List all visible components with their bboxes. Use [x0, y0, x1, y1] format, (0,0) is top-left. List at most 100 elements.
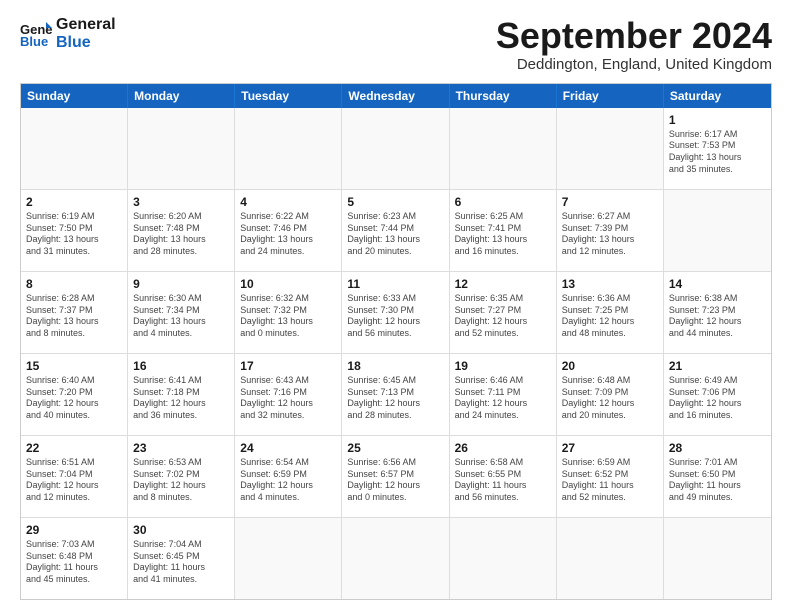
day-info: Sunrise: 7:01 AM Sunset: 6:50 PM Dayligh…: [669, 457, 766, 504]
day-info: Sunrise: 6:22 AM Sunset: 7:46 PM Dayligh…: [240, 211, 336, 258]
calendar-cell: [557, 108, 664, 189]
calendar-cell: 30Sunrise: 7:04 AM Sunset: 6:45 PM Dayli…: [128, 518, 235, 599]
day-number: 24: [240, 440, 336, 456]
calendar-cell: 29Sunrise: 7:03 AM Sunset: 6:48 PM Dayli…: [21, 518, 128, 599]
calendar-cell: 27Sunrise: 6:59 AM Sunset: 6:52 PM Dayli…: [557, 436, 664, 517]
calendar-week-5: 22Sunrise: 6:51 AM Sunset: 7:04 PM Dayli…: [21, 436, 771, 518]
day-info: Sunrise: 7:04 AM Sunset: 6:45 PM Dayligh…: [133, 539, 229, 586]
day-number: 17: [240, 358, 336, 374]
calendar-cell: 15Sunrise: 6:40 AM Sunset: 7:20 PM Dayli…: [21, 354, 128, 435]
calendar-header-thursday: Thursday: [450, 84, 557, 108]
calendar: SundayMondayTuesdayWednesdayThursdayFrid…: [20, 83, 772, 600]
calendar-cell: 3Sunrise: 6:20 AM Sunset: 7:48 PM Daylig…: [128, 190, 235, 271]
calendar-cell: 18Sunrise: 6:45 AM Sunset: 7:13 PM Dayli…: [342, 354, 449, 435]
day-number: 27: [562, 440, 658, 456]
calendar-cell: 28Sunrise: 7:01 AM Sunset: 6:50 PM Dayli…: [664, 436, 771, 517]
logo-general: General: [56, 16, 116, 34]
day-info: Sunrise: 6:35 AM Sunset: 7:27 PM Dayligh…: [455, 293, 551, 340]
day-info: Sunrise: 6:54 AM Sunset: 6:59 PM Dayligh…: [240, 457, 336, 504]
day-number: 4: [240, 194, 336, 210]
day-info: Sunrise: 6:51 AM Sunset: 7:04 PM Dayligh…: [26, 457, 122, 504]
calendar-cell: [342, 518, 449, 599]
day-info: Sunrise: 6:27 AM Sunset: 7:39 PM Dayligh…: [562, 211, 658, 258]
day-number: 29: [26, 522, 122, 538]
day-info: Sunrise: 6:30 AM Sunset: 7:34 PM Dayligh…: [133, 293, 229, 340]
day-number: 22: [26, 440, 122, 456]
day-number: 23: [133, 440, 229, 456]
day-info: Sunrise: 6:20 AM Sunset: 7:48 PM Dayligh…: [133, 211, 229, 258]
day-info: Sunrise: 7:03 AM Sunset: 6:48 PM Dayligh…: [26, 539, 122, 586]
calendar-cell: 9Sunrise: 6:30 AM Sunset: 7:34 PM Daylig…: [128, 272, 235, 353]
page-header: General Blue General Blue September 2024…: [20, 16, 772, 73]
calendar-cell: 22Sunrise: 6:51 AM Sunset: 7:04 PM Dayli…: [21, 436, 128, 517]
month-title: September 2024: [496, 16, 772, 56]
calendar-cell: [664, 190, 771, 271]
calendar-cell: 17Sunrise: 6:43 AM Sunset: 7:16 PM Dayli…: [235, 354, 342, 435]
calendar-header-monday: Monday: [128, 84, 235, 108]
day-number: 15: [26, 358, 122, 374]
day-info: Sunrise: 6:19 AM Sunset: 7:50 PM Dayligh…: [26, 211, 122, 258]
calendar-cell: 20Sunrise: 6:48 AM Sunset: 7:09 PM Dayli…: [557, 354, 664, 435]
day-info: Sunrise: 6:43 AM Sunset: 7:16 PM Dayligh…: [240, 375, 336, 422]
day-number: 18: [347, 358, 443, 374]
day-info: Sunrise: 6:45 AM Sunset: 7:13 PM Dayligh…: [347, 375, 443, 422]
day-number: 11: [347, 276, 443, 292]
day-info: Sunrise: 6:53 AM Sunset: 7:02 PM Dayligh…: [133, 457, 229, 504]
day-info: Sunrise: 6:58 AM Sunset: 6:55 PM Dayligh…: [455, 457, 551, 504]
calendar-cell: [450, 108, 557, 189]
day-info: Sunrise: 6:48 AM Sunset: 7:09 PM Dayligh…: [562, 375, 658, 422]
calendar-cell: [450, 518, 557, 599]
day-number: 19: [455, 358, 551, 374]
svg-text:Blue: Blue: [20, 34, 48, 49]
day-info: Sunrise: 6:17 AM Sunset: 7:53 PM Dayligh…: [669, 129, 766, 176]
day-number: 8: [26, 276, 122, 292]
day-number: 13: [562, 276, 658, 292]
calendar-cell: [664, 518, 771, 599]
day-info: Sunrise: 6:28 AM Sunset: 7:37 PM Dayligh…: [26, 293, 122, 340]
calendar-cell: [235, 108, 342, 189]
calendar-header-tuesday: Tuesday: [235, 84, 342, 108]
calendar-header-sunday: Sunday: [21, 84, 128, 108]
calendar-cell: 8Sunrise: 6:28 AM Sunset: 7:37 PM Daylig…: [21, 272, 128, 353]
calendar-cell: [235, 518, 342, 599]
day-number: 16: [133, 358, 229, 374]
calendar-cell: 21Sunrise: 6:49 AM Sunset: 7:06 PM Dayli…: [664, 354, 771, 435]
day-number: 30: [133, 522, 229, 538]
calendar-week-1: 1Sunrise: 6:17 AM Sunset: 7:53 PM Daylig…: [21, 108, 771, 190]
logo-blue: Blue: [56, 34, 116, 52]
calendar-week-6: 29Sunrise: 7:03 AM Sunset: 6:48 PM Dayli…: [21, 518, 771, 599]
day-info: Sunrise: 6:23 AM Sunset: 7:44 PM Dayligh…: [347, 211, 443, 258]
calendar-week-3: 8Sunrise: 6:28 AM Sunset: 7:37 PM Daylig…: [21, 272, 771, 354]
calendar-cell: 11Sunrise: 6:33 AM Sunset: 7:30 PM Dayli…: [342, 272, 449, 353]
calendar-cell: 25Sunrise: 6:56 AM Sunset: 6:57 PM Dayli…: [342, 436, 449, 517]
day-info: Sunrise: 6:38 AM Sunset: 7:23 PM Dayligh…: [669, 293, 766, 340]
calendar-cell: 26Sunrise: 6:58 AM Sunset: 6:55 PM Dayli…: [450, 436, 557, 517]
day-number: 6: [455, 194, 551, 210]
day-number: 3: [133, 194, 229, 210]
calendar-cell: 13Sunrise: 6:36 AM Sunset: 7:25 PM Dayli…: [557, 272, 664, 353]
logo-icon: General Blue: [20, 18, 52, 50]
day-number: 25: [347, 440, 443, 456]
calendar-cell: 10Sunrise: 6:32 AM Sunset: 7:32 PM Dayli…: [235, 272, 342, 353]
day-info: Sunrise: 6:56 AM Sunset: 6:57 PM Dayligh…: [347, 457, 443, 504]
day-info: Sunrise: 6:41 AM Sunset: 7:18 PM Dayligh…: [133, 375, 229, 422]
calendar-cell: 16Sunrise: 6:41 AM Sunset: 7:18 PM Dayli…: [128, 354, 235, 435]
day-info: Sunrise: 6:40 AM Sunset: 7:20 PM Dayligh…: [26, 375, 122, 422]
day-number: 7: [562, 194, 658, 210]
calendar-cell: 19Sunrise: 6:46 AM Sunset: 7:11 PM Dayli…: [450, 354, 557, 435]
calendar-cell: 1Sunrise: 6:17 AM Sunset: 7:53 PM Daylig…: [664, 108, 771, 189]
calendar-header-wednesday: Wednesday: [342, 84, 449, 108]
location: Deddington, England, United Kingdom: [496, 56, 772, 73]
day-number: 28: [669, 440, 766, 456]
title-section: September 2024 Deddington, England, Unit…: [496, 16, 772, 73]
day-info: Sunrise: 6:36 AM Sunset: 7:25 PM Dayligh…: [562, 293, 658, 340]
calendar-week-4: 15Sunrise: 6:40 AM Sunset: 7:20 PM Dayli…: [21, 354, 771, 436]
day-number: 12: [455, 276, 551, 292]
calendar-body: 1Sunrise: 6:17 AM Sunset: 7:53 PM Daylig…: [21, 108, 771, 599]
day-number: 21: [669, 358, 766, 374]
day-number: 1: [669, 112, 766, 128]
calendar-cell: 24Sunrise: 6:54 AM Sunset: 6:59 PM Dayli…: [235, 436, 342, 517]
calendar-cell: 4Sunrise: 6:22 AM Sunset: 7:46 PM Daylig…: [235, 190, 342, 271]
calendar-cell: [342, 108, 449, 189]
calendar-cell: 6Sunrise: 6:25 AM Sunset: 7:41 PM Daylig…: [450, 190, 557, 271]
